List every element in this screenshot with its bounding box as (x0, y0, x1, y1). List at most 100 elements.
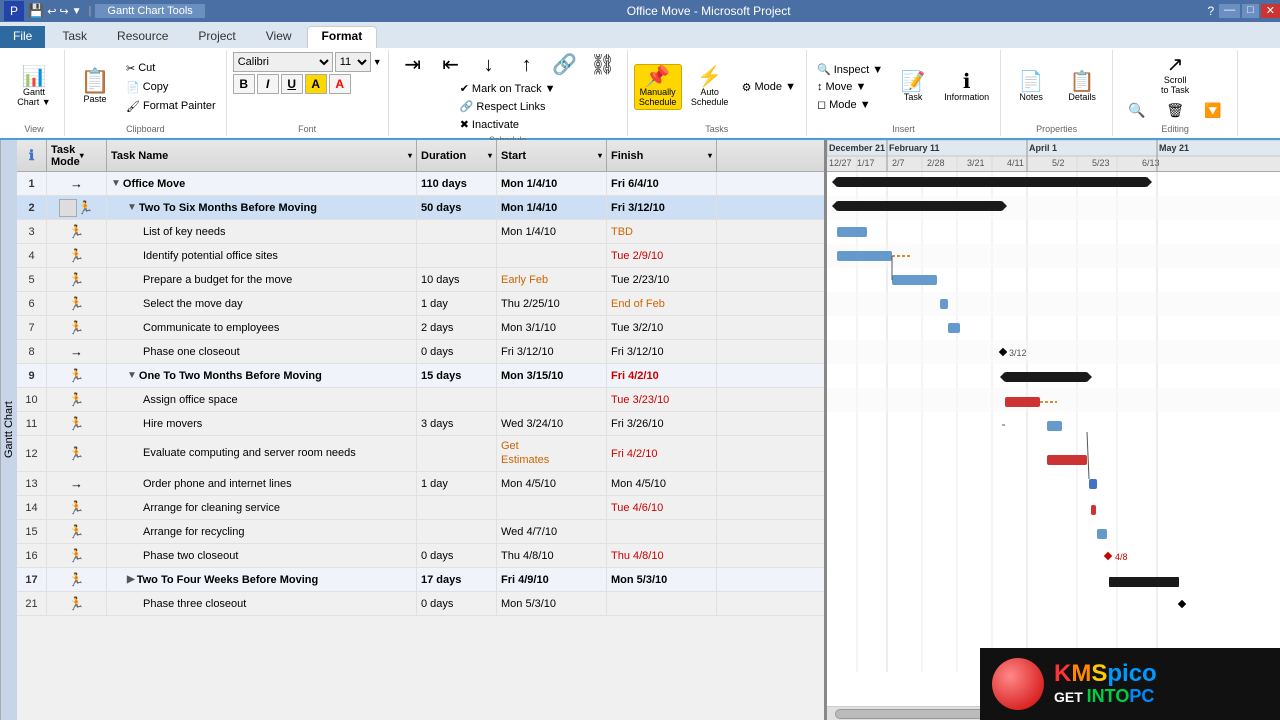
table-row[interactable]: 10 🏃 Assign office space Tue 3/23/10 (17, 388, 824, 412)
table-row[interactable]: 3 🏃 List of key needs Mon 1/4/10 TBD (17, 220, 824, 244)
th-finish[interactable]: Finish ▾ (607, 140, 717, 171)
table-row[interactable]: 16 🏃 Phase two closeout 0 days Thu 4/8/1… (17, 544, 824, 568)
gantt-chart-area: December 21 February 11 April 1 May 21 1… (827, 140, 1280, 720)
highlight-btn[interactable]: A (305, 74, 327, 94)
information-btn[interactable]: ℹ Information (939, 69, 994, 105)
move-down-btn[interactable]: ↓ (471, 52, 507, 78)
task-mode: 🏃 (47, 244, 107, 267)
font-name-select[interactable]: Calibri (233, 52, 333, 72)
tab-project[interactable]: Project (183, 26, 250, 48)
task-name-text: Phase two closeout (143, 550, 238, 562)
svg-text:5/2: 5/2 (1052, 158, 1065, 168)
task-mode: 🏃 (47, 316, 107, 339)
task-finish: Fri 4/2/10 (607, 436, 717, 471)
tab-resource[interactable]: Resource (102, 26, 183, 48)
kms-s: S (1091, 660, 1107, 687)
table-row[interactable]: 13 → Order phone and internet lines 1 da… (17, 472, 824, 496)
link-btn[interactable]: 🔗 (547, 52, 583, 78)
move-up-btn[interactable]: ↑ (509, 52, 545, 78)
inactivate-btn[interactable]: ✖ Inactivate (456, 116, 560, 133)
view-group: 📊 GanttChart ▼ View (4, 50, 65, 136)
mode-btn[interactable]: ◻ Mode ▼ (813, 96, 887, 113)
close-btn[interactable]: ✕ (1261, 4, 1280, 18)
th-duration[interactable]: Duration ▾ (417, 140, 497, 171)
manually-schedule-btn[interactable]: 📌 ManuallySchedule (634, 64, 682, 110)
italic-btn[interactable]: I (257, 74, 279, 94)
collapse-btn[interactable]: ▼ (111, 178, 121, 189)
table-row[interactable]: 12 🏃 Evaluate computing and server room … (17, 436, 824, 472)
auto-schedule-btn[interactable]: ⚡ AutoSchedule (686, 64, 734, 110)
copy-btn[interactable]: 📄 Copy (122, 79, 220, 96)
undo-btn[interactable]: ↩ (47, 5, 56, 18)
table-row[interactable]: 14 🏃 Arrange for cleaning service Tue 4/… (17, 496, 824, 520)
task-mode-box (59, 199, 77, 217)
move-btn[interactable]: ↕ Move ▼ (813, 79, 887, 95)
clear-btn[interactable]: 🗑 (1157, 100, 1193, 120)
task-btn[interactable]: 📝 Task (889, 69, 937, 105)
task-name-text: Assign office space (143, 394, 238, 406)
underline-btn[interactable]: U (281, 74, 303, 94)
tab-view[interactable]: View (251, 26, 307, 48)
tab-task[interactable]: Task (47, 26, 102, 48)
table-row[interactable]: 1 → ▼ Office Move 110 days Mon 1/4/10 Fr… (17, 172, 824, 196)
mark-on-track-btn[interactable]: ✔ Mark on Track ▼ (456, 80, 560, 97)
font-color-btn[interactable]: A (329, 74, 351, 94)
respect-links-btn[interactable]: 🔗 Respect Links (456, 98, 560, 115)
table-row[interactable]: 8 → Phase one closeout 0 days Fri 3/12/1… (17, 340, 824, 364)
save-btn[interactable]: 💾 (28, 3, 44, 19)
format-painter-btn[interactable]: 🖌 Format Painter (122, 98, 220, 115)
table-row[interactable]: 6 🏃 Select the move day 1 day Thu 2/25/1… (17, 292, 824, 316)
th-mode[interactable]: TaskMode ▾ (47, 140, 107, 171)
svg-text:February 11: February 11 (889, 143, 940, 153)
table-row[interactable]: 5 🏃 Prepare a budget for the move 10 day… (17, 268, 824, 292)
kms-overlay: KMSpico GET INTOPC (980, 648, 1280, 720)
table-row[interactable]: 4 🏃 Identify potential office sites Tue … (17, 244, 824, 268)
task-name: List of key needs (107, 220, 417, 243)
task-id: 15 (17, 520, 47, 543)
minimize-btn[interactable]: — (1219, 4, 1240, 18)
th-name[interactable]: Task Name ▾ (107, 140, 417, 171)
paste-btn[interactable]: 📋 Paste (71, 67, 119, 107)
task-start: Mon 5/3/10 (497, 592, 607, 615)
task-duration: 1 day (417, 472, 497, 495)
table-row[interactable]: 15 🏃 Arrange for recycling Wed 4/7/10 (17, 520, 824, 544)
task-id: 7 (17, 316, 47, 339)
scroll-to-task-btn[interactable]: ↗ Scrollto Task (1149, 52, 1201, 98)
th-start[interactable]: Start ▾ (497, 140, 607, 171)
customize-btn[interactable]: ▼ (72, 6, 82, 17)
maximize-btn[interactable]: □ (1242, 4, 1259, 18)
redo-btn[interactable]: ↪ (59, 5, 68, 18)
help-btn[interactable]: ? (1204, 4, 1217, 18)
inspect-btn[interactable]: 🔍 Inspect ▼ (813, 61, 887, 78)
task-id: 12 (17, 436, 47, 471)
task-id: 8 (17, 340, 47, 363)
tab-file[interactable]: File (0, 26, 45, 48)
unlink-icon: ⛓ (590, 55, 615, 75)
tab-format[interactable]: Format (307, 26, 378, 48)
task-mode-btn[interactable]: ⚙ Mode ▼ (738, 79, 800, 96)
find-btn[interactable]: 🔍 (1119, 100, 1155, 120)
bold-btn[interactable]: B (233, 74, 255, 94)
collapse-btn[interactable]: ▼ (127, 202, 137, 213)
font-size-select[interactable]: 11 (335, 52, 371, 72)
table-row[interactable]: 7 🏃 Communicate to employees 2 days Mon … (17, 316, 824, 340)
fill-btn[interactable]: 🔽 (1195, 100, 1231, 120)
task-id: 11 (17, 412, 47, 435)
table-row[interactable]: 11 🏃 Hire movers 3 days Wed 3/24/10 Fri … (17, 412, 824, 436)
task-id: 4 (17, 244, 47, 267)
notes-btn[interactable]: 📄 Notes (1007, 69, 1055, 105)
collapse-btn[interactable]: ▶ (127, 574, 135, 585)
outdent-btn[interactable]: ⇤ (433, 52, 469, 78)
table-row[interactable]: 17 🏃 ▶ Two To Four Weeks Before Moving 1… (17, 568, 824, 592)
find-icon: 🔍 (1128, 103, 1145, 117)
table-row[interactable]: 2 🏃 ▼ Two To Six Months Before Moving 50… (17, 196, 824, 220)
collapse-btn[interactable]: ▼ (127, 370, 137, 381)
indent-btn[interactable]: ⇥ (395, 52, 431, 78)
details-btn[interactable]: 📋 Details (1058, 69, 1106, 105)
gantt-chart-btn[interactable]: 📊 GanttChart ▼ (10, 64, 58, 110)
unlink-btn[interactable]: ⛓ (585, 52, 621, 78)
kms-into: INTO (1087, 686, 1130, 706)
cut-btn[interactable]: ✂ Cut (122, 60, 220, 77)
table-row[interactable]: 9 🏃 ▼ One To Two Months Before Moving 15… (17, 364, 824, 388)
table-row[interactable]: 21 🏃 Phase three closeout 0 days Mon 5/3… (17, 592, 824, 616)
